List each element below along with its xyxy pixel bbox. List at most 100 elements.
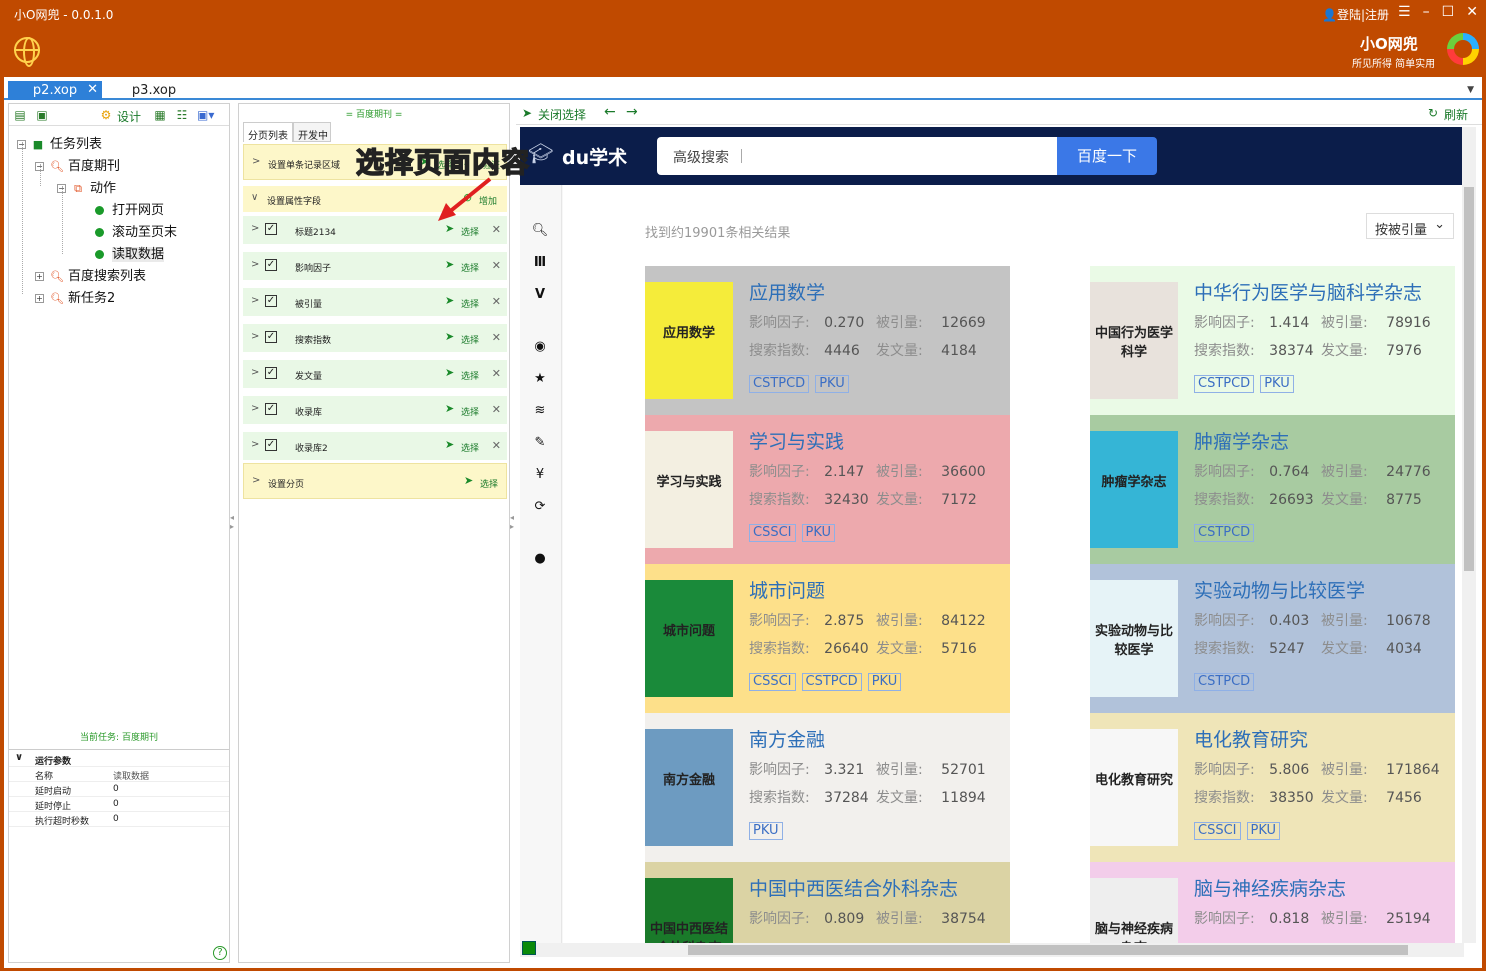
field-checkbox[interactable]: ✓ [265, 403, 277, 415]
param-value[interactable]: 0 [113, 799, 119, 809]
collapse-icon[interactable]: − [35, 162, 44, 171]
login-label[interactable]: 登陆|注册 [1337, 8, 1389, 22]
param-row[interactable]: 名称 读取数据 [9, 767, 229, 782]
select-button[interactable]: 选择 [461, 225, 479, 238]
journal-cover[interactable]: 应用数学 [645, 282, 733, 399]
journal-title[interactable]: 脑与神经疾病杂志 [1194, 874, 1346, 901]
field-checkbox[interactable]: ✓ [265, 223, 277, 235]
journal-title[interactable]: 电化教育研究 [1194, 725, 1308, 752]
journal-title[interactable]: 应用数学 [749, 278, 825, 305]
field-checkbox[interactable]: ✓ [265, 331, 277, 343]
expand-icon[interactable]: + [35, 272, 44, 281]
collapse-icon[interactable]: ∨ [15, 752, 23, 763]
tab-p3[interactable]: p3.xop [112, 81, 196, 100]
cursor-icon[interactable]: ➤ [445, 330, 454, 343]
journal-card[interactable]: 南方金融 南方金融 影响因子: 3.321 被引量: 52701 搜索指数: 37284… [645, 713, 1010, 862]
field-checkbox[interactable]: ✓ [265, 367, 277, 379]
journal-cover[interactable]: 电化教育研究 [1090, 729, 1178, 846]
journal-cover[interactable]: 实验动物与比较医学 [1090, 580, 1178, 697]
tree-item-search-list[interactable]: + 🔍︎ 百度搜索列表 [35, 265, 146, 284]
tree-label[interactable]: 百度期刊 [68, 159, 120, 174]
journal-title[interactable]: 中国中西医结合外科杂志 [749, 874, 958, 901]
vertical-scrollbar[interactable] [1462, 127, 1476, 943]
index-tag[interactable]: CSSCI [1194, 822, 1241, 840]
select-button[interactable]: 选择 [480, 477, 498, 490]
gear-icon[interactable]: ⚙ [99, 108, 113, 122]
index-tag[interactable]: PKU [1246, 822, 1281, 840]
journal-card[interactable]: 中国中西医结合外科杂志中国中西医结合外科杂志影响因子: 0.809被引量: 38… [645, 862, 1010, 943]
param-value[interactable]: 0 [113, 814, 119, 824]
index-tag[interactable]: PKU [1260, 375, 1294, 393]
index-tag[interactable]: CSTPCD [1194, 673, 1255, 691]
remove-icon[interactable]: ✕ [492, 295, 501, 308]
field-row[interactable]: > ✓ 影响因子 ➤ 选择 ✕ [243, 252, 507, 280]
horizontal-scrollbar[interactable] [520, 943, 1464, 957]
journal-card[interactable]: 电化教育研究 电化教育研究 影响因子: 5.806 被引量: 171864 搜索指数: … [1090, 713, 1455, 862]
field-row[interactable]: > ✓ 被引量 ➤ 选择 ✕ [243, 288, 507, 316]
journal-card[interactable]: 应用数学 应用数学 影响因子: 0.270 被引量: 12669 搜索指数: 4446 发… [645, 266, 1010, 415]
journal-card[interactable]: 实验动物与比较医学 实验动物与比较医学 影响因子: 0.403 被引量: 10678 搜… [1090, 564, 1455, 713]
chevron-right-icon[interactable]: > [251, 295, 259, 306]
tree-label[interactable]: 打开网页 [112, 203, 164, 218]
chevron-right-icon[interactable]: > [252, 156, 260, 167]
tab-paging-list[interactable]: 分页列表 [243, 122, 293, 142]
chevron-right-icon[interactable]: > [251, 331, 259, 342]
journal-title[interactable]: 肿瘤学杂志 [1194, 427, 1289, 454]
paging-row[interactable]: > 设置分页 ➤ 选择 [243, 463, 507, 499]
journal-card[interactable]: 学习与实践 学习与实践 影响因子: 2.147 被引量: 36600 搜索指数: 324… [645, 415, 1010, 564]
refresh-button[interactable]: 刷新 [1444, 106, 1468, 123]
cursor-icon[interactable]: ➤ [445, 258, 454, 271]
tree-root-label[interactable]: 任务列表 [50, 137, 102, 152]
close-select-button[interactable]: 关闭选择 [538, 106, 586, 123]
param-value[interactable]: 读取数据 [113, 769, 149, 782]
tree-label[interactable]: 百度搜索列表 [68, 269, 146, 284]
scroll-thumb[interactable] [688, 945, 1408, 955]
journal-card[interactable]: 脑与神经疾病杂志脑与神经疾病杂志影响因子: 0.818被引量: 25194 [1090, 862, 1455, 943]
journal-title[interactable]: 学习与实践 [749, 427, 844, 454]
tree-item-read[interactable]: 读取数据 [95, 243, 165, 262]
journal-cover[interactable]: 肿瘤学杂志 [1090, 431, 1178, 548]
field-checkbox[interactable]: ✓ [265, 439, 277, 451]
login-link[interactable]: 👤登陆|注册 [1322, 6, 1389, 23]
remove-icon[interactable]: ✕ [492, 403, 501, 416]
select-button[interactable]: 选择 [461, 441, 479, 454]
journal-cover[interactable]: 南方金融 [645, 729, 733, 846]
journal-cover[interactable]: 脑与神经疾病杂志 [1090, 878, 1178, 943]
search-icon[interactable]: 🔍︎ [520, 223, 560, 238]
chevron-right-icon[interactable]: > [251, 367, 259, 378]
cursor-icon[interactable]: ➤ [464, 474, 473, 487]
chevron-down-icon[interactable]: ⌄ [1434, 217, 1445, 232]
select-button[interactable]: 选择 [461, 297, 479, 310]
tree-label[interactable]: 读取数据 [112, 247, 165, 262]
sort-label[interactable]: 按被引量 [1375, 223, 1427, 238]
tree-item-open[interactable]: 打开网页 [95, 199, 164, 218]
tree-root[interactable]: − ■ 任务列表 [17, 133, 102, 152]
tree-icon[interactable]: ☷ [175, 108, 189, 122]
cursor-icon[interactable]: ➤ [445, 402, 454, 415]
close-icon[interactable]: ✕ [1466, 4, 1478, 20]
select-button[interactable]: 选择 [461, 261, 479, 274]
field-row[interactable]: > ✓ 收录库2 ➤ 选择 ✕ [243, 432, 507, 460]
journal-title[interactable]: 中华行为医学与脑科学杂志 [1194, 278, 1422, 305]
grid-icon[interactable]: ▦ [153, 108, 167, 122]
splitter-handle[interactable]: ◂ ▸ [230, 513, 236, 531]
new-icon[interactable]: ▤ [13, 108, 27, 122]
tree-item-journal[interactable]: − 🔍︎ 百度期刊 [35, 155, 120, 174]
chevron-right-icon[interactable]: > [251, 259, 259, 270]
journal-title[interactable]: 南方金融 [749, 725, 825, 752]
cursor-icon[interactable]: ➤ [445, 438, 454, 451]
index-tag[interactable]: CSTPCD [801, 673, 862, 691]
v-icon[interactable]: V [520, 287, 560, 302]
param-row[interactable]: 延时停止 0 [9, 797, 229, 812]
param-value[interactable]: 0 [113, 784, 119, 794]
help-icon[interactable]: ? [213, 946, 227, 960]
yen-icon[interactable]: ¥ [520, 467, 560, 482]
chevron-right-icon[interactable]: > [251, 223, 259, 234]
chevron-right-icon[interactable]: > [252, 475, 260, 486]
design-button[interactable]: 设计 [117, 108, 141, 125]
index-tag[interactable]: CSSCI [749, 673, 796, 691]
minimize-icon[interactable]: – [1423, 4, 1430, 20]
tab-in-development[interactable]: 开发中 [293, 122, 331, 142]
tree-label[interactable]: 滚动至页末 [112, 225, 177, 240]
select-button[interactable]: 选择 [461, 369, 479, 382]
